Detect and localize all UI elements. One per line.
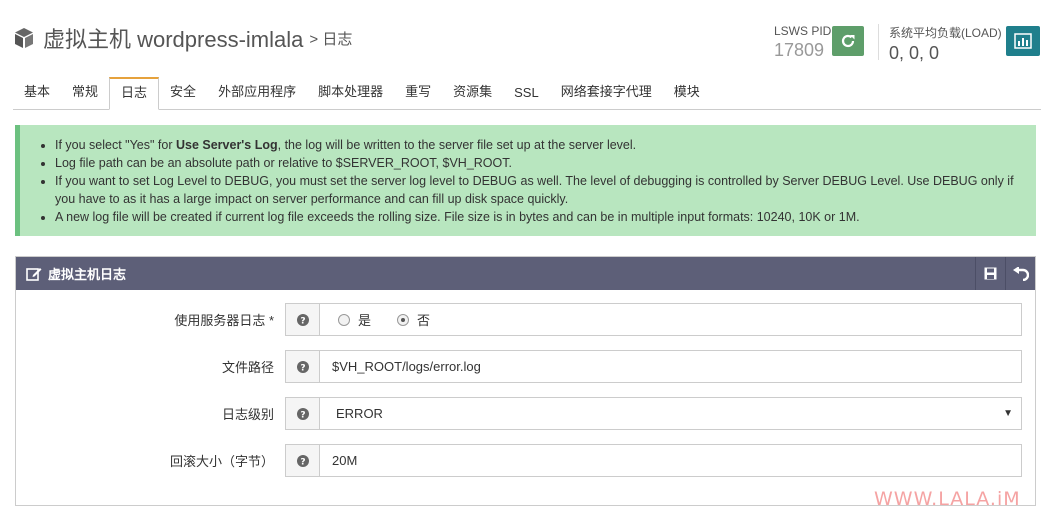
load-value: 0, 0, 0 [889, 43, 940, 63]
svg-text:?: ? [300, 316, 305, 326]
tab-rewrite[interactable]: 重写 [394, 77, 442, 109]
tab-log[interactable]: 日志 [109, 77, 160, 110]
panel-tools [975, 257, 1035, 290]
radio-no[interactable]: 否 [397, 310, 430, 329]
row-file-path: 文件路径 ? $VH_ROOT/logs/error.log [16, 350, 1035, 383]
page-header: 虚拟主机 wordpress-imlala > 日志 [13, 22, 352, 54]
watermark: WWW.LALA.iM [874, 488, 1021, 510]
row-rolling-size: 回滚大小（字节） ? 20M [16, 444, 1035, 477]
log-level-value: ERROR [336, 406, 383, 421]
back-button[interactable] [1005, 257, 1035, 290]
breadcrumb-current: > 日志 [309, 30, 353, 48]
row-log-level: 日志级别 ? ERROR ▼ [16, 397, 1035, 430]
bar-chart-icon [1014, 33, 1032, 49]
help-button[interactable]: ? [285, 397, 320, 430]
tab-modules[interactable]: 模块 [663, 77, 711, 109]
header-divider [878, 24, 879, 60]
save-icon [984, 267, 997, 280]
info-box: If you select "Yes" for Use Server's Log… [15, 125, 1036, 236]
field-label: 使用服务器日志 * [174, 313, 274, 328]
svg-text:?: ? [300, 457, 305, 467]
question-icon: ? [296, 407, 309, 420]
radio-yes[interactable]: 是 [338, 310, 371, 329]
load-label: 系统平均负载(LOAD) [889, 26, 1002, 40]
cube-icon [15, 28, 33, 48]
pid-label: LSWS PID [774, 24, 832, 38]
tab-websocket-proxy[interactable]: 网络套接字代理 [550, 77, 663, 109]
svg-text:?: ? [300, 363, 305, 373]
tab-script-handler[interactable]: 脚本处理器 [307, 77, 394, 109]
question-icon: ? [296, 313, 309, 326]
field-label: 回滚大小（字节） [169, 454, 274, 469]
tab-context[interactable]: 资源集 [442, 77, 503, 109]
load-display: 系统平均负载(LOAD) 0, 0, 0 [889, 24, 1002, 64]
tab-external-app[interactable]: 外部应用程序 [207, 77, 307, 109]
tab-general[interactable]: 常规 [61, 77, 109, 109]
tab-security[interactable]: 安全 [159, 77, 207, 109]
radio-no-circle[interactable] [397, 313, 410, 326]
refresh-button[interactable] [832, 26, 864, 56]
edit-icon [26, 267, 42, 281]
pid-display: LSWS PID 17809 [774, 24, 831, 61]
page-title: 虚拟主机 wordpress-imlala [43, 27, 304, 52]
field-label: 日志级别 [221, 407, 274, 422]
question-icon: ? [296, 454, 309, 467]
info-item: Log file path can be an absolute path or… [55, 154, 1016, 172]
caret-down-icon: ▼ [1003, 408, 1013, 419]
refresh-icon [841, 34, 855, 48]
field-label: 文件路径 [221, 360, 274, 375]
radio-yes-label: 是 [358, 313, 372, 328]
help-button[interactable]: ? [285, 303, 320, 336]
file-path-input[interactable]: $VH_ROOT/logs/error.log [319, 350, 1022, 383]
pid-value: 17809 [774, 40, 825, 60]
help-button[interactable]: ? [285, 350, 320, 383]
info-item: If you want to set Log Level to DEBUG, y… [55, 172, 1016, 208]
load-chart-button[interactable] [1006, 26, 1040, 56]
vhost-log-panel: 虚拟主机日志 使用服务器日志 * ? 是 否 文件路径 ? $VH_ROOT/l… [15, 256, 1036, 506]
info-item: If you select "Yes" for Use Server's Log… [55, 136, 1016, 154]
radio-no-label: 否 [417, 313, 431, 328]
tab-ssl[interactable]: SSL [503, 77, 550, 109]
panel-header: 虚拟主机日志 [16, 257, 1035, 290]
help-button[interactable]: ? [285, 444, 320, 477]
svg-text:?: ? [300, 410, 305, 420]
row-use-server-log: 使用服务器日志 * ? 是 否 [16, 303, 1035, 336]
info-item: A new log file will be created if curren… [55, 208, 1016, 226]
save-button[interactable] [975, 257, 1005, 290]
use-server-log-radio-group: 是 否 [319, 303, 1022, 336]
tab-bar: 基本 常规 日志 安全 外部应用程序 脚本处理器 重写 资源集 SSL 网络套接… [13, 77, 1041, 110]
undo-icon [1012, 266, 1029, 281]
radio-yes-circle[interactable] [338, 313, 350, 326]
question-icon: ? [296, 360, 309, 373]
panel-title: 虚拟主机日志 [48, 267, 127, 282]
rolling-size-input[interactable]: 20M [319, 444, 1022, 477]
log-level-select[interactable]: ERROR ▼ [319, 397, 1022, 430]
tab-basic[interactable]: 基本 [13, 77, 61, 109]
